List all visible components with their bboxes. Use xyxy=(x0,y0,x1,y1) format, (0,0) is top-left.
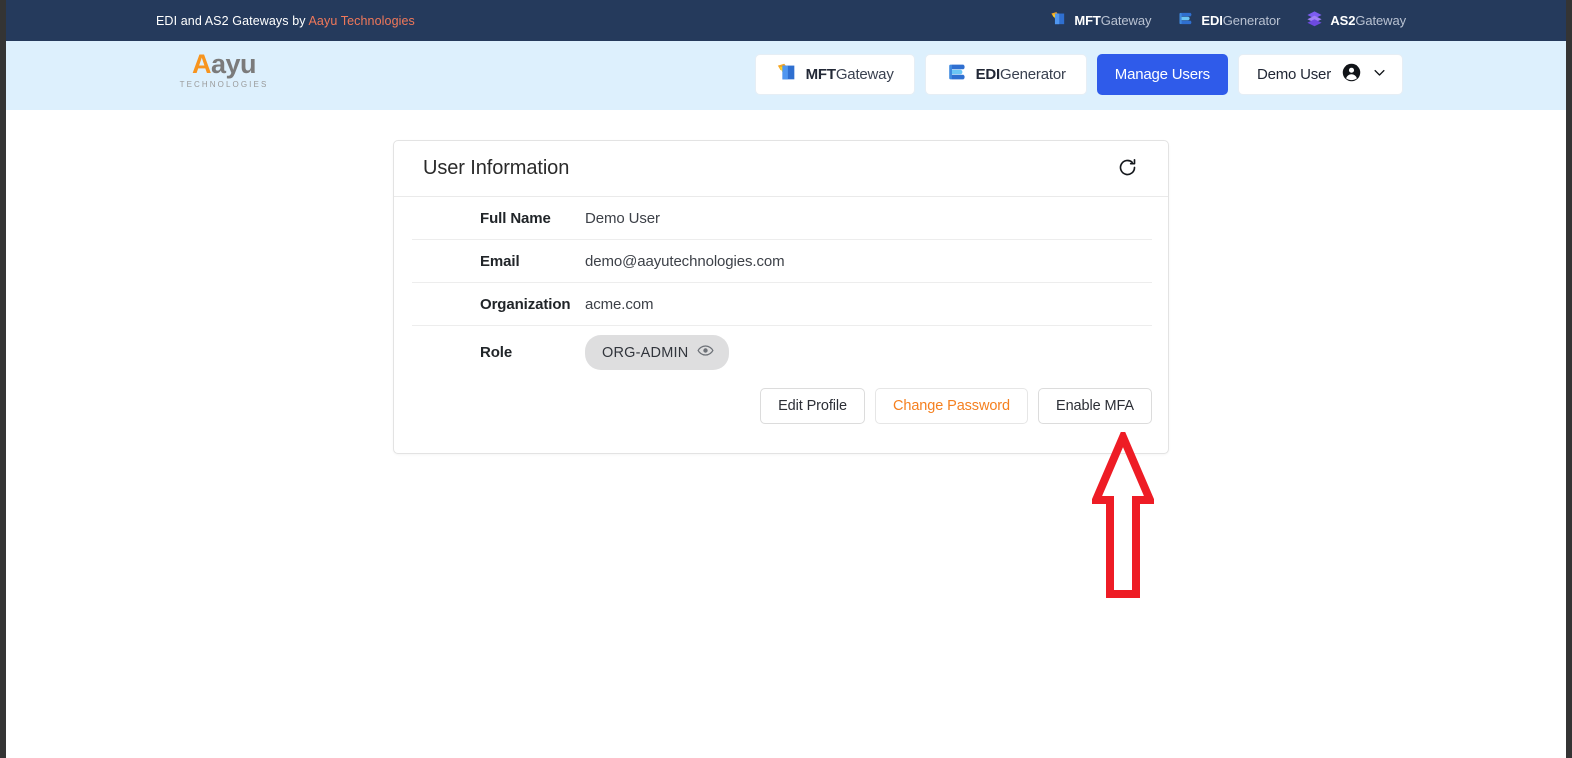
topbar-link-as2gateway[interactable]: AS2Gateway xyxy=(1306,10,1406,32)
topbar-link-mftgateway[interactable]: MFTGateway xyxy=(1050,10,1151,32)
status-badge[interactable]: ORG-ADMIN xyxy=(585,335,730,370)
role-badge-label: ORG-ADMIN xyxy=(602,344,689,361)
topbar-product-links: MFTGateway EDIGenerator AS2Gateway xyxy=(1050,10,1406,32)
aayu-logo-a-mark: A xyxy=(191,49,212,79)
nav-button-mftgateway[interactable]: MFTGateway xyxy=(754,54,915,95)
nav-button-edigenerator-label: EDIGenerator xyxy=(975,66,1066,83)
aayu-logo[interactable]: Aayu TECHNOLOGIES xyxy=(176,49,272,89)
card-action-buttons: Edit Profile Change Password Enable MFA xyxy=(394,379,1168,453)
topbar-link-edigenerator-label: EDIGenerator xyxy=(1201,13,1281,28)
app-header: Aayu TECHNOLOGIES MFTGateway EDIGenerato… xyxy=(6,41,1566,110)
topbar-link-mftgateway-label: MFTGateway xyxy=(1074,13,1152,28)
aayu-logo-subtitle: TECHNOLOGIES xyxy=(179,80,269,89)
enable-mfa-button[interactable]: Enable MFA xyxy=(1038,388,1152,424)
header-nav: MFTGateway EDIGenerator Manage Users Dem… xyxy=(754,54,1403,95)
chevron-down-icon xyxy=(1372,65,1387,85)
card-header: User Information xyxy=(394,141,1168,197)
row-value-email: demo@aayutechnologies.com xyxy=(585,252,785,270)
nav-button-manage-users[interactable]: Manage Users xyxy=(1096,54,1228,95)
row-value-organization: acme.com xyxy=(585,295,654,313)
topbar-tagline: EDI and AS2 Gateways by Aayu Technologie… xyxy=(156,14,415,28)
eye-icon[interactable] xyxy=(697,342,714,363)
edit-profile-button[interactable]: Edit Profile xyxy=(760,388,865,424)
aayu-logo-wordmark: Aayu xyxy=(191,49,257,79)
top-utility-bar: EDI and AS2 Gateways by Aayu Technologie… xyxy=(6,0,1566,41)
aayu-logo-word-rest: ayu xyxy=(210,49,257,79)
user-information-card: User Information Full Name Demo User Ema… xyxy=(393,140,1169,454)
table-row: Role ORG-ADMIN xyxy=(412,326,1152,379)
page-content: User Information Full Name Demo User Ema… xyxy=(6,110,1566,758)
topbar-link-edigenerator[interactable]: EDIGenerator xyxy=(1177,10,1280,32)
row-label-organization: Organization xyxy=(480,295,571,313)
user-information-table: Full Name Demo User Email demo@aayutechn… xyxy=(394,197,1168,379)
topbar-link-as2gateway-label: AS2Gateway xyxy=(1330,13,1406,28)
edigenerator-icon xyxy=(946,61,968,88)
mftgateway-icon xyxy=(776,61,798,88)
nav-button-manage-users-label: Manage Users xyxy=(1114,66,1210,83)
nav-button-edigenerator[interactable]: EDIGenerator xyxy=(924,54,1087,95)
table-row: Full Name Demo User xyxy=(412,197,1152,240)
user-menu-button[interactable]: Demo User xyxy=(1237,54,1403,95)
browser-frame-left-edge xyxy=(0,0,6,758)
browser-frame-right-edge xyxy=(1566,0,1572,758)
nav-button-mftgateway-label: MFTGateway xyxy=(805,66,894,83)
row-label-role: Role xyxy=(480,344,513,361)
topbar-tagline-prefix: EDI and AS2 Gateways by xyxy=(156,13,309,28)
page-root: EDI and AS2 Gateways by Aayu Technologie… xyxy=(6,0,1566,758)
edigenerator-icon xyxy=(1177,10,1194,32)
row-label-full-name: Full Name xyxy=(480,209,551,227)
row-label-email: Email xyxy=(480,252,520,270)
topbar-brand-link[interactable]: Aayu Technologies xyxy=(309,14,415,28)
table-row: Email demo@aayutechnologies.com xyxy=(412,240,1152,283)
row-value-role: ORG-ADMIN xyxy=(585,335,730,370)
mftgateway-icon xyxy=(1050,10,1067,32)
refresh-icon xyxy=(1117,157,1138,181)
refresh-button[interactable] xyxy=(1114,156,1140,182)
table-row: Organization acme.com xyxy=(412,283,1152,326)
row-value-full-name: Demo User xyxy=(585,209,660,227)
user-menu-label: Demo User xyxy=(1256,66,1331,83)
as2gateway-icon xyxy=(1306,10,1323,32)
account-circle-icon xyxy=(1341,62,1362,88)
annotation-arrow-up xyxy=(1089,426,1157,600)
page-title: User Information xyxy=(423,157,570,179)
change-password-button[interactable]: Change Password xyxy=(875,388,1028,424)
